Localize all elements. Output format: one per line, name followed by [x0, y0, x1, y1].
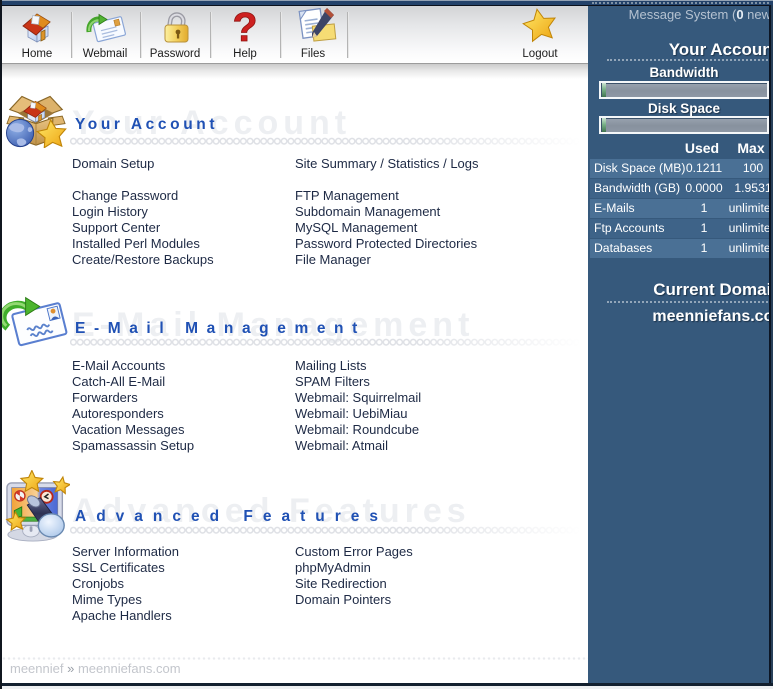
- svg-text:?: ?: [232, 5, 257, 47]
